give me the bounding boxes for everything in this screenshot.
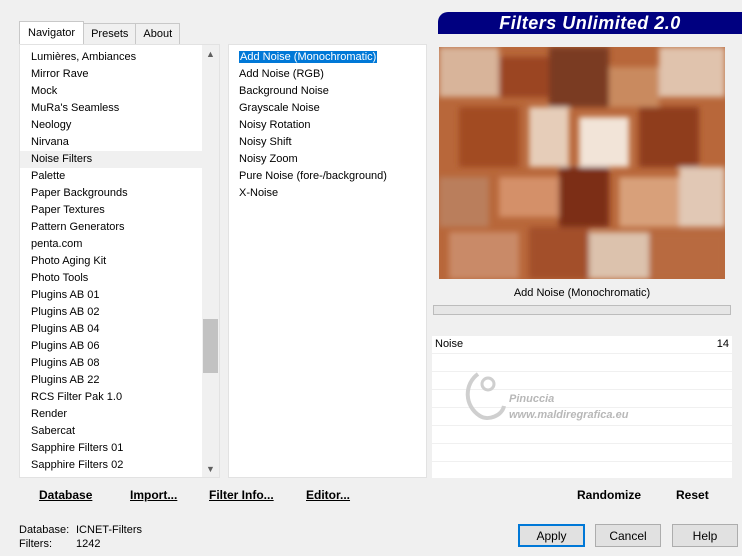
status-area: Database: ICNET-Filters Filters: 1242 bbox=[19, 523, 142, 551]
category-item[interactable]: penta.com bbox=[20, 236, 219, 253]
filter-item[interactable]: Add Noise (RGB) bbox=[229, 66, 426, 83]
app-title-banner: Filters Unlimited 2.0 bbox=[438, 12, 742, 34]
filters-label: Filters: bbox=[19, 538, 52, 550]
filter-item-label: Grayscale Noise bbox=[239, 102, 320, 114]
category-item[interactable]: Mock bbox=[20, 83, 219, 100]
param-row-empty bbox=[432, 462, 732, 480]
filter-item-label: Pure Noise (fore-/background) bbox=[239, 170, 387, 182]
filter-list[interactable]: Add Noise (Monochromatic) Add Noise (RGB)… bbox=[228, 44, 427, 478]
category-item[interactable]: Sapphire Filters 01 bbox=[20, 440, 219, 457]
tab-presets[interactable]: Presets bbox=[83, 23, 137, 44]
category-item[interactable]: Plugins AB 01 bbox=[20, 287, 219, 304]
watermark-line2: www.maldiregrafica.eu bbox=[509, 409, 629, 421]
category-item[interactable]: Render bbox=[20, 406, 219, 423]
param-value: 14 bbox=[716, 338, 729, 350]
randomize-button[interactable]: Randomize bbox=[577, 480, 641, 506]
category-item[interactable]: Photo Tools bbox=[20, 270, 219, 287]
cancel-button[interactable]: Cancel bbox=[595, 524, 661, 547]
database-button[interactable]: Database bbox=[39, 480, 92, 506]
param-label: Noise bbox=[435, 338, 464, 350]
filter-info-button[interactable]: Filter Info... bbox=[209, 480, 274, 506]
scroll-up-icon[interactable]: ▲ bbox=[202, 45, 219, 62]
category-item[interactable]: Noise Filters bbox=[20, 151, 219, 168]
category-item[interactable]: Sapphire Filters 02 bbox=[20, 457, 219, 474]
progress-bar bbox=[433, 305, 731, 315]
app-title: Filters Unlimited 2.0 bbox=[499, 12, 681, 33]
scroll-down-icon[interactable]: ▼ bbox=[202, 460, 219, 477]
param-row[interactable]: Noise 14 bbox=[432, 336, 732, 354]
category-item[interactable]: MuRa's Seamless bbox=[20, 100, 219, 117]
filter-item[interactable]: X-Noise bbox=[229, 185, 426, 202]
preview-filter-name: Add Noise (Monochromatic) bbox=[513, 287, 651, 299]
category-item[interactable]: Neology bbox=[20, 117, 219, 134]
watermark-line1: Pinuccia bbox=[509, 393, 555, 405]
category-item[interactable]: Sabercat bbox=[20, 423, 219, 440]
filter-list-items: Add Noise (Monochromatic) Add Noise (RGB)… bbox=[229, 45, 426, 477]
filter-item[interactable]: Pure Noise (fore-/background) bbox=[229, 168, 426, 185]
import-button[interactable]: Import... bbox=[130, 480, 177, 506]
reset-button[interactable]: Reset bbox=[676, 480, 709, 506]
category-item[interactable]: Plugins AB 02 bbox=[20, 304, 219, 321]
tab-bar: Navigator Presets About bbox=[19, 21, 181, 44]
param-row-empty bbox=[432, 426, 732, 444]
filter-item[interactable]: Background Noise bbox=[229, 83, 426, 100]
category-list[interactable]: Lumières, Ambiances Mirror Rave Mock MuRa's… bbox=[19, 44, 220, 478]
filter-item-label: Add Noise (Monochromatic) bbox=[237, 50, 379, 64]
filter-item-label: Noisy Rotation bbox=[239, 119, 311, 131]
help-button[interactable]: Help bbox=[672, 524, 738, 547]
apply-button[interactable]: Apply bbox=[518, 524, 585, 547]
database-value: ICNET-Filters bbox=[76, 524, 142, 536]
tab-about[interactable]: About bbox=[135, 23, 181, 44]
filter-item-label: Noisy Shift bbox=[239, 136, 292, 148]
category-item[interactable]: Lumières, Ambiances bbox=[20, 49, 219, 66]
bottom-toolbar: Database Import... Filter Info... Editor… bbox=[19, 480, 428, 506]
filter-item[interactable]: Add Noise (Monochromatic) bbox=[229, 49, 426, 66]
filter-item[interactable]: Noisy Rotation bbox=[229, 117, 426, 134]
category-item[interactable]: Pattern Generators bbox=[20, 219, 219, 236]
filters-count: 1242 bbox=[76, 538, 101, 550]
param-row-empty bbox=[432, 444, 732, 462]
tab-navigator[interactable]: Navigator bbox=[19, 21, 85, 44]
category-item[interactable]: Nirvana bbox=[20, 134, 219, 151]
filter-item-label: Noisy Zoom bbox=[239, 153, 298, 165]
category-item[interactable]: Palette bbox=[20, 168, 219, 185]
category-item[interactable]: Plugins AB 08 bbox=[20, 355, 219, 372]
filter-item[interactable]: Noisy Zoom bbox=[229, 151, 426, 168]
filter-item-label: X-Noise bbox=[239, 187, 279, 199]
category-item[interactable]: Mirror Rave bbox=[20, 66, 219, 83]
category-list-items: Lumières, Ambiances Mirror Rave Mock MuRa's… bbox=[20, 45, 219, 477]
filter-item[interactable]: Noisy Shift bbox=[229, 134, 426, 151]
filter-item[interactable]: Grayscale Noise bbox=[229, 100, 426, 117]
scroll-thumb[interactable] bbox=[203, 319, 218, 373]
category-item[interactable]: Plugins AB 22 bbox=[20, 372, 219, 389]
category-item[interactable]: Photo Aging Kit bbox=[20, 253, 219, 270]
category-item[interactable]: Paper Backgrounds bbox=[20, 185, 219, 202]
editor-button[interactable]: Editor... bbox=[306, 480, 350, 506]
category-scrollbar[interactable]: ▲ ▼ bbox=[202, 45, 219, 477]
preview-toolbar: Randomize Reset bbox=[432, 480, 732, 506]
category-item[interactable]: Sapphire Filters 03 bbox=[20, 474, 219, 477]
database-label: Database: bbox=[19, 524, 70, 536]
filter-item-label: Background Noise bbox=[239, 85, 329, 97]
category-item[interactable]: Plugins AB 04 bbox=[20, 321, 219, 338]
category-item[interactable]: Plugins AB 06 bbox=[20, 338, 219, 355]
category-item[interactable]: RCS Filter Pak 1.0 bbox=[20, 389, 219, 406]
filter-item-label: Add Noise (RGB) bbox=[239, 68, 324, 80]
preview-image bbox=[439, 47, 725, 279]
category-item[interactable]: Paper Textures bbox=[20, 202, 219, 219]
